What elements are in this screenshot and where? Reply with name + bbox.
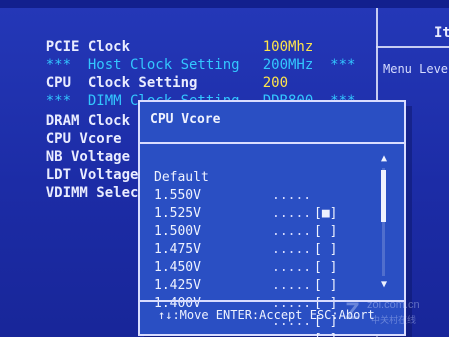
popup-footer-help: ↑↓:Move ENTER:Accept ESC:Abort [158,308,375,322]
option-checkbox: [ ] [314,331,337,337]
bios-screen: ‾‾‾‾‾‾ PCIE Clock 100Mhz *** Host Clock … [0,0,449,337]
top-bar: ‾‾‾‾‾‾ [0,0,449,8]
right-panel-separator [376,46,449,48]
option-1-400v[interactable]: 1.400V ..... [ ] [154,277,360,337]
watermark-url: zol.com.cn [367,299,420,311]
option-1-500v[interactable]: 1.500V ..... [ ] [154,205,360,275]
option-1-525v[interactable]: 1.525V ..... [ ] [154,187,360,257]
option-1-475v[interactable]: 1.475V ..... [ ] [154,223,360,293]
option-1-450v[interactable]: 1.450V ..... [ ] [154,241,360,311]
top-bar-dots: ‾‾‾‾‾‾ [398,0,441,8]
watermark: Z zol.com.cn 中关村在线 [345,297,441,331]
right-panel-menu-level: Menu Leve [383,62,449,76]
right-panel-top-text: It [434,25,449,41]
watermark-text: 中关村在线 [371,315,417,325]
menu-item-vdimm-select[interactable]: VDIMM Select [12,166,147,220]
popup-title-divider [140,142,404,144]
scroll-thumb[interactable] [381,170,386,222]
scroll-down-icon[interactable]: ▼ [378,280,390,290]
option-1-550v[interactable]: 1.550V ..... [ ] [154,169,360,239]
option-default[interactable]: Default ..... [■] [154,151,360,221]
scroll-up-icon[interactable]: ▲ [378,154,390,164]
popup-scrollbar[interactable]: ▲ ▼ [380,154,388,290]
watermark-logo: Z [345,298,360,325]
popup-title: CPU Vcore [150,112,221,127]
option-1-425v[interactable]: 1.425V ..... [ ] [154,259,360,329]
